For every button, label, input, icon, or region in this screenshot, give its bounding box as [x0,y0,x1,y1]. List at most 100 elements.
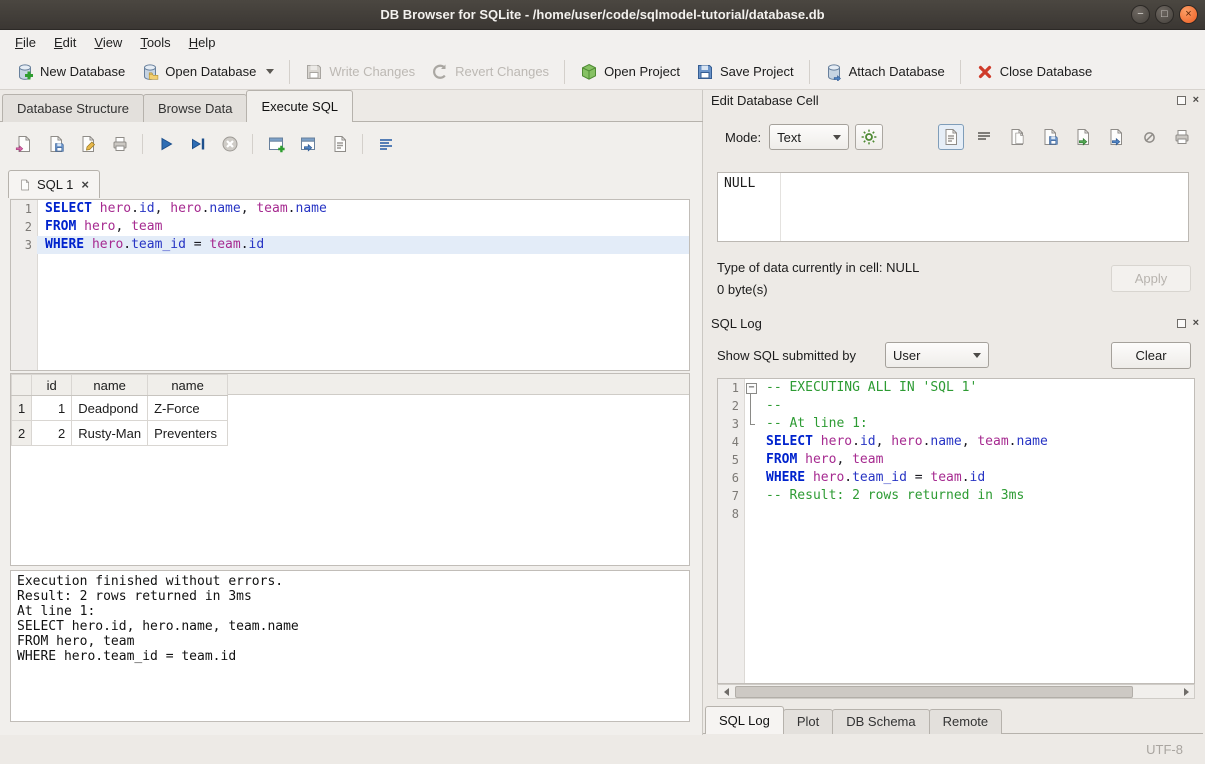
token: . [123,237,131,252]
log-horizontal-scrollbar[interactable] [717,684,1195,699]
clear-log-button[interactable]: Clear [1111,342,1191,369]
cell[interactable]: Rusty-Man [72,421,148,446]
sql-editor[interactable]: 1SELECT hero.id, hero.name, team.name2FR… [10,199,690,371]
save-project-button[interactable]: Save Project [688,58,802,86]
token: id [970,470,986,485]
close-button[interactable]: × [1179,5,1198,24]
cell[interactable]: Deadpond [72,396,148,421]
save-sql-file-button[interactable] [42,131,69,157]
code-line: 5FROM hero, team [718,451,1194,469]
token: , [115,219,131,234]
cell[interactable]: Z-Force [148,396,228,421]
tab-database-structure[interactable]: Database Structure [2,94,144,122]
menu-view[interactable]: View [85,32,131,53]
close-dock-icon[interactable]: × [1193,319,1199,328]
token: -- Result: 2 rows returned in 3ms [766,488,1024,503]
line-number: 6 [718,469,744,487]
scrollbar-thumb[interactable] [735,686,1133,698]
menu-tools[interactable]: Tools [131,32,179,53]
revert-changes-button[interactable]: Revert Changes [423,58,557,86]
chevron-down-icon [973,353,981,358]
fold-collapse-icon[interactable] [744,379,758,397]
token: , [241,201,257,216]
maximize-button[interactable]: □ [1155,5,1174,24]
new-database-button[interactable]: New Database [8,58,133,86]
stop-execution-button[interactable] [216,131,243,157]
menu-file[interactable]: File [6,32,45,53]
token: name [209,201,240,216]
execute-all-button[interactable] [152,131,179,157]
mode-select[interactable]: Text [769,124,849,150]
float-dock-icon[interactable] [1177,96,1186,105]
open-database-icon [141,63,159,81]
cell-value: NULL [724,176,755,191]
export-file-icon[interactable] [1103,124,1129,150]
execute-current-line-button[interactable] [184,131,211,157]
sql-editor-tab[interactable]: SQL 1 × [8,170,100,198]
code-line: 2FROM hero, team [11,218,689,236]
menu-edit[interactable]: Edit [45,32,85,53]
open-sql-in-tab-button[interactable] [294,131,321,157]
write-changes-button[interactable]: Write Changes [297,58,423,86]
tab-db-schema[interactable]: DB Schema [832,709,929,734]
set-null-icon[interactable] [1136,124,1162,150]
format-sql-button[interactable] [372,131,399,157]
encoding-indicator[interactable]: UTF-8 [1146,742,1183,757]
token: , [876,434,892,449]
column-header[interactable]: id [32,375,72,396]
cell[interactable]: 2 [32,421,72,446]
fold-marker [744,487,758,505]
row-header[interactable]: 1 [12,396,32,421]
chevron-down-icon[interactable] [266,69,274,74]
menu-help[interactable]: Help [180,32,225,53]
open-sql-file-button[interactable] [10,131,37,157]
cell[interactable]: 1 [32,396,72,421]
open-project-button[interactable]: Open Project [572,58,688,86]
cell-editor[interactable]: NULL [717,172,1189,242]
column-header[interactable]: name [148,375,228,396]
new-sql-tab-button[interactable] [262,131,289,157]
auto-switch-mode-button[interactable] [855,124,883,150]
grid-corner-cell[interactable] [12,375,32,396]
scroll-right-icon[interactable] [1178,685,1194,698]
save-sql-as-button[interactable] [74,131,101,157]
apply-button[interactable]: Apply [1111,265,1191,292]
open-database-button[interactable]: Open Database [133,58,282,86]
tab-plot[interactable]: Plot [783,709,833,734]
attach-database-button[interactable]: Attach Database [817,58,953,86]
token: team [977,434,1008,449]
minimize-button[interactable]: − [1131,5,1150,24]
token: FROM [766,452,797,467]
close-dock-icon[interactable]: × [1193,96,1199,105]
close-tab-icon[interactable]: × [79,177,89,192]
scroll-left-icon[interactable] [718,685,734,698]
code-line: 8 [718,505,1194,523]
close-database-button[interactable]: Close Database [968,58,1101,86]
sql-log-view[interactable]: 1-- EXECUTING ALL IN 'SQL 1'2--3-- At li… [717,378,1195,684]
save-cell-icon[interactable] [1037,124,1063,150]
token: WHERE [45,237,84,252]
titlebar[interactable]: DB Browser for SQLite - /home/user/code/… [0,0,1205,30]
token: , [155,201,171,216]
tab-sql-log[interactable]: SQL Log [705,706,784,734]
mode-value: Text [777,130,801,145]
import-file-icon[interactable] [1070,124,1096,150]
log-filter-select[interactable]: User [885,342,989,368]
row-header[interactable]: 2 [12,421,32,446]
print-cell-icon[interactable] [1169,124,1195,150]
copy-cell-icon[interactable] [1004,124,1030,150]
code-text: WHERE hero.team_id = team.id [758,469,1194,487]
print-sql-button[interactable] [106,131,133,157]
text-mode-icon[interactable] [938,124,964,150]
sql-editor-tabbar: SQL 1 × [8,169,100,198]
word-wrap-icon[interactable] [971,124,997,150]
edit-cell-title: Edit Database Cell [711,93,819,108]
auto-completion-button[interactable] [326,131,353,157]
column-header[interactable]: name [72,375,148,396]
tab-browse-data[interactable]: Browse Data [143,94,247,122]
right-dock: Edit Database Cell × Mode: Text NULL Typ… [703,90,1205,736]
tab-remote[interactable]: Remote [929,709,1003,734]
cell[interactable]: Preventers [148,421,228,446]
tab-execute-sql[interactable]: Execute SQL [246,90,353,122]
float-dock-icon[interactable] [1177,319,1186,328]
